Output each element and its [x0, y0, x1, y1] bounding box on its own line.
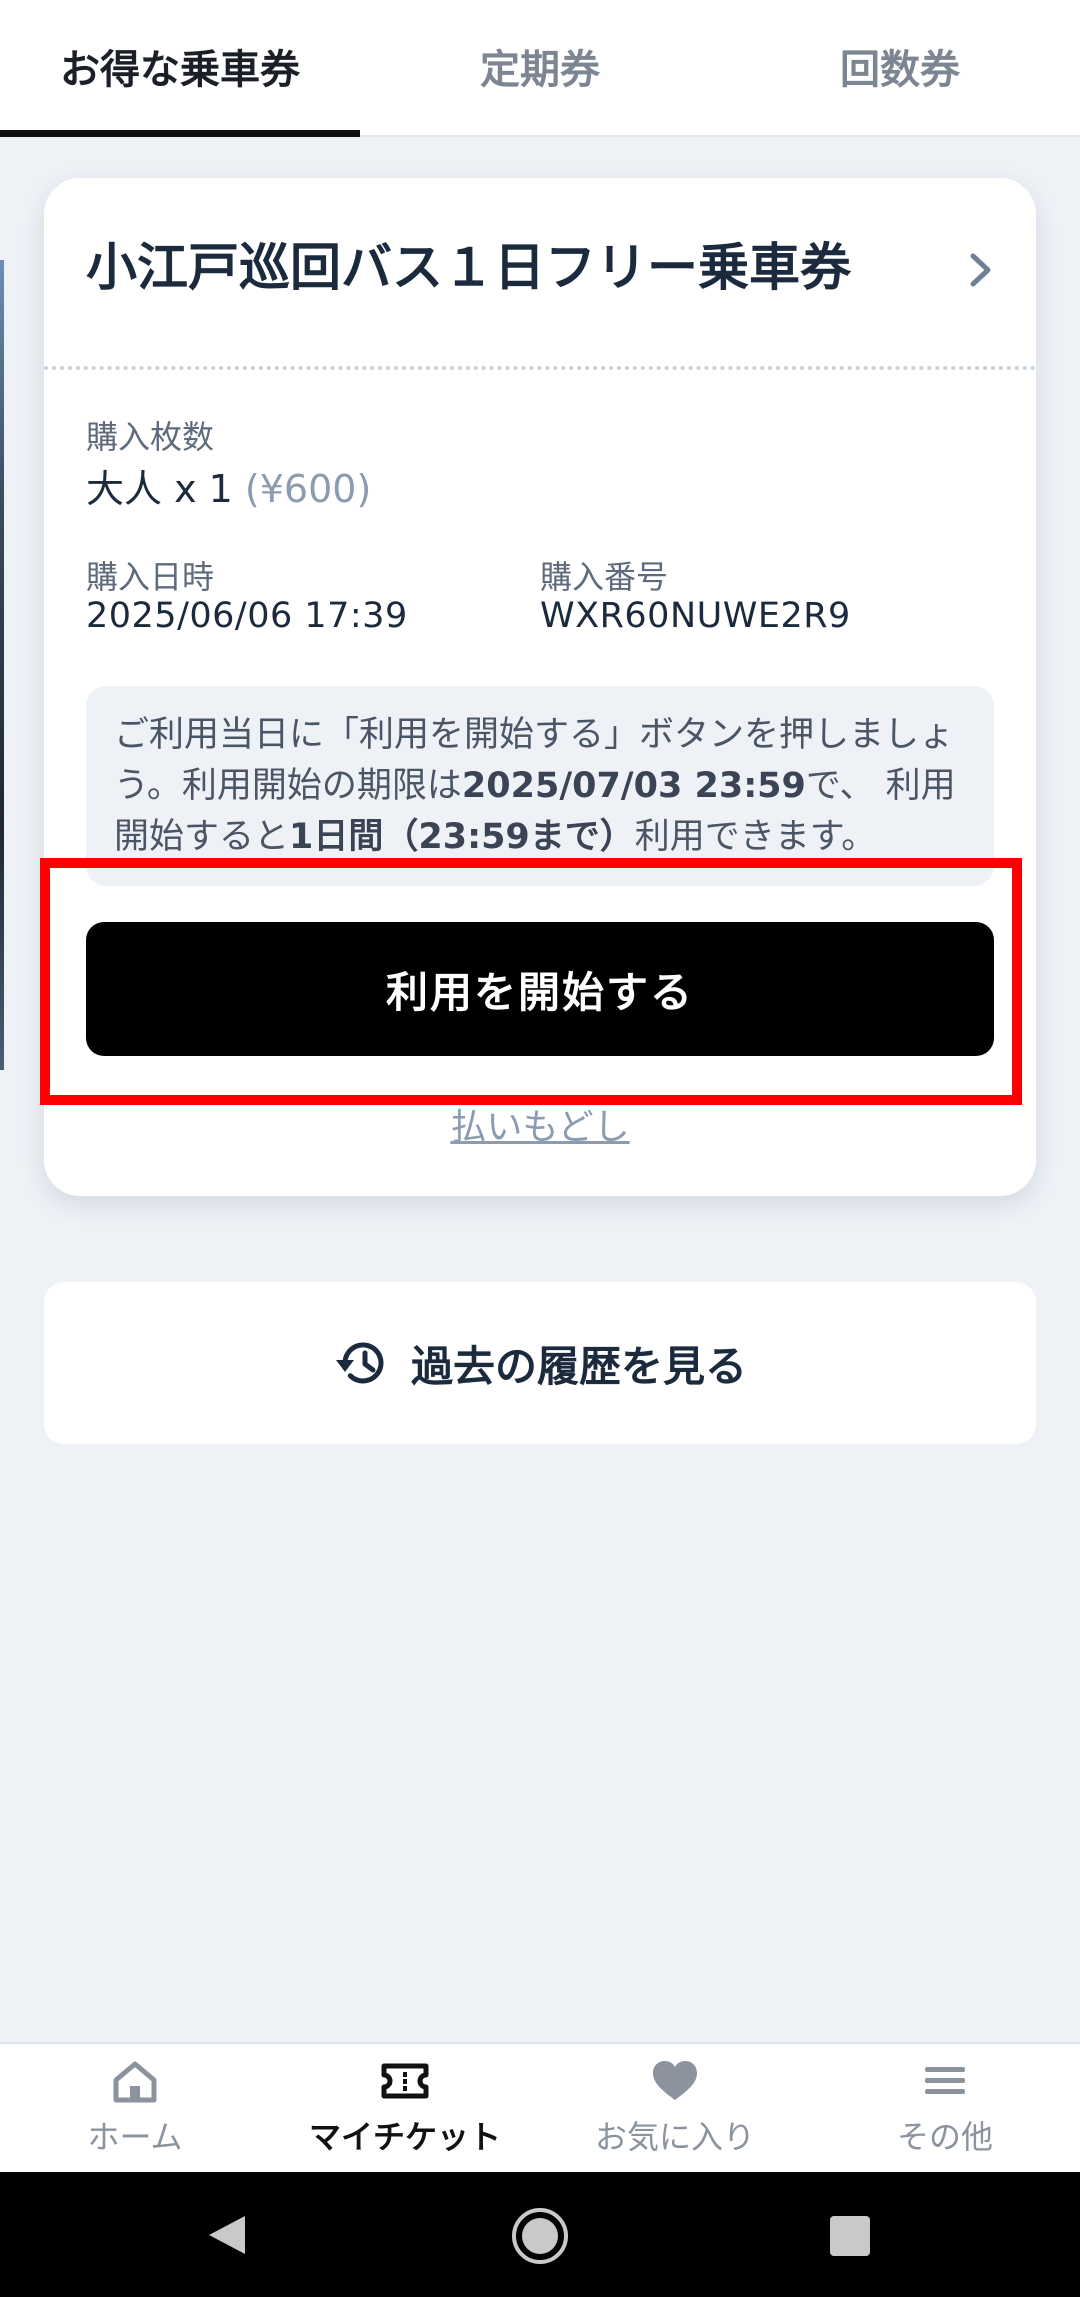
nav-home[interactable]: ホーム: [0, 2044, 270, 2172]
view-history-button[interactable]: 過去の履歴を見る: [44, 1282, 1036, 1444]
quantity-label: 購入枚数: [86, 418, 215, 456]
quantity-price: (¥600): [244, 467, 372, 511]
previous-card-peek: [0, 260, 4, 1070]
quantity-count: 大人 x 1: [86, 467, 233, 511]
notice-deadline: 2025/07/03 23:59: [461, 766, 806, 806]
refund-link[interactable]: 払いもどし: [44, 1098, 1036, 1150]
ticket-icon: [381, 2063, 429, 2099]
home-circle-icon[interactable]: [510, 2206, 570, 2266]
home-icon: [113, 2061, 157, 2103]
nav-my-ticket[interactable]: マイチケット: [270, 2044, 540, 2172]
notice-text-3: 利用できます。: [634, 817, 877, 857]
nav-home-label: ホーム: [87, 2118, 183, 2156]
history-icon: [335, 1342, 384, 1384]
purchase-date-value: 2025/06/06 17:39: [86, 596, 408, 636]
quantity-value: 大人 x 1 (¥600): [86, 458, 371, 513]
view-history-label: 過去の履歴を見る: [410, 1341, 747, 1391]
nav-favorites[interactable]: お気に入り: [540, 2044, 810, 2172]
heart-icon: [653, 2061, 697, 2100]
usage-notice: ご利用当日に「利用を開始する」ボタンを押しましょう。利用開始の期限は2025/0…: [86, 686, 994, 886]
ticket-card: 小江戸巡回バス１日フリー乗車券 購入枚数 大人 x 1 (¥600) 購入日時 …: [44, 178, 1036, 1196]
purchase-number-label: 購入番号: [540, 558, 669, 596]
ticket-title[interactable]: 小江戸巡回バス１日フリー乗車券: [86, 238, 946, 299]
menu-icon: [925, 2067, 965, 2094]
nav-other[interactable]: その他: [810, 2044, 1080, 2172]
system-navigation-bar: [0, 2172, 1080, 2297]
chevron-right-icon[interactable]: [960, 250, 1000, 290]
nav-other-label: その他: [896, 2118, 993, 2156]
bottom-navigation: ホーム マイチケット お気に入り その他: [0, 2042, 1080, 2172]
purchase-date-label: 購入日時: [86, 558, 215, 596]
nav-my-ticket-label: マイチケット: [308, 2118, 501, 2156]
nav-favorites-label: お気に入り: [594, 2118, 755, 2156]
recent-apps-icon[interactable]: [830, 2216, 870, 2256]
start-use-button[interactable]: 利用を開始する: [86, 922, 994, 1056]
notice-duration: 1日間（23:59まで）: [289, 817, 635, 857]
ticket-type-tabs: お得な乗車券 定期券 回数券: [0, 0, 1080, 137]
tab-discount-tickets[interactable]: お得な乗車券: [0, 0, 360, 137]
back-icon[interactable]: [205, 2212, 249, 2258]
tab-coupon-tickets[interactable]: 回数券: [720, 0, 1080, 135]
purchase-number-value: WXR60NUWE2R9: [540, 596, 851, 636]
tab-commuter-pass[interactable]: 定期券: [360, 0, 720, 135]
divider: [44, 366, 1036, 370]
